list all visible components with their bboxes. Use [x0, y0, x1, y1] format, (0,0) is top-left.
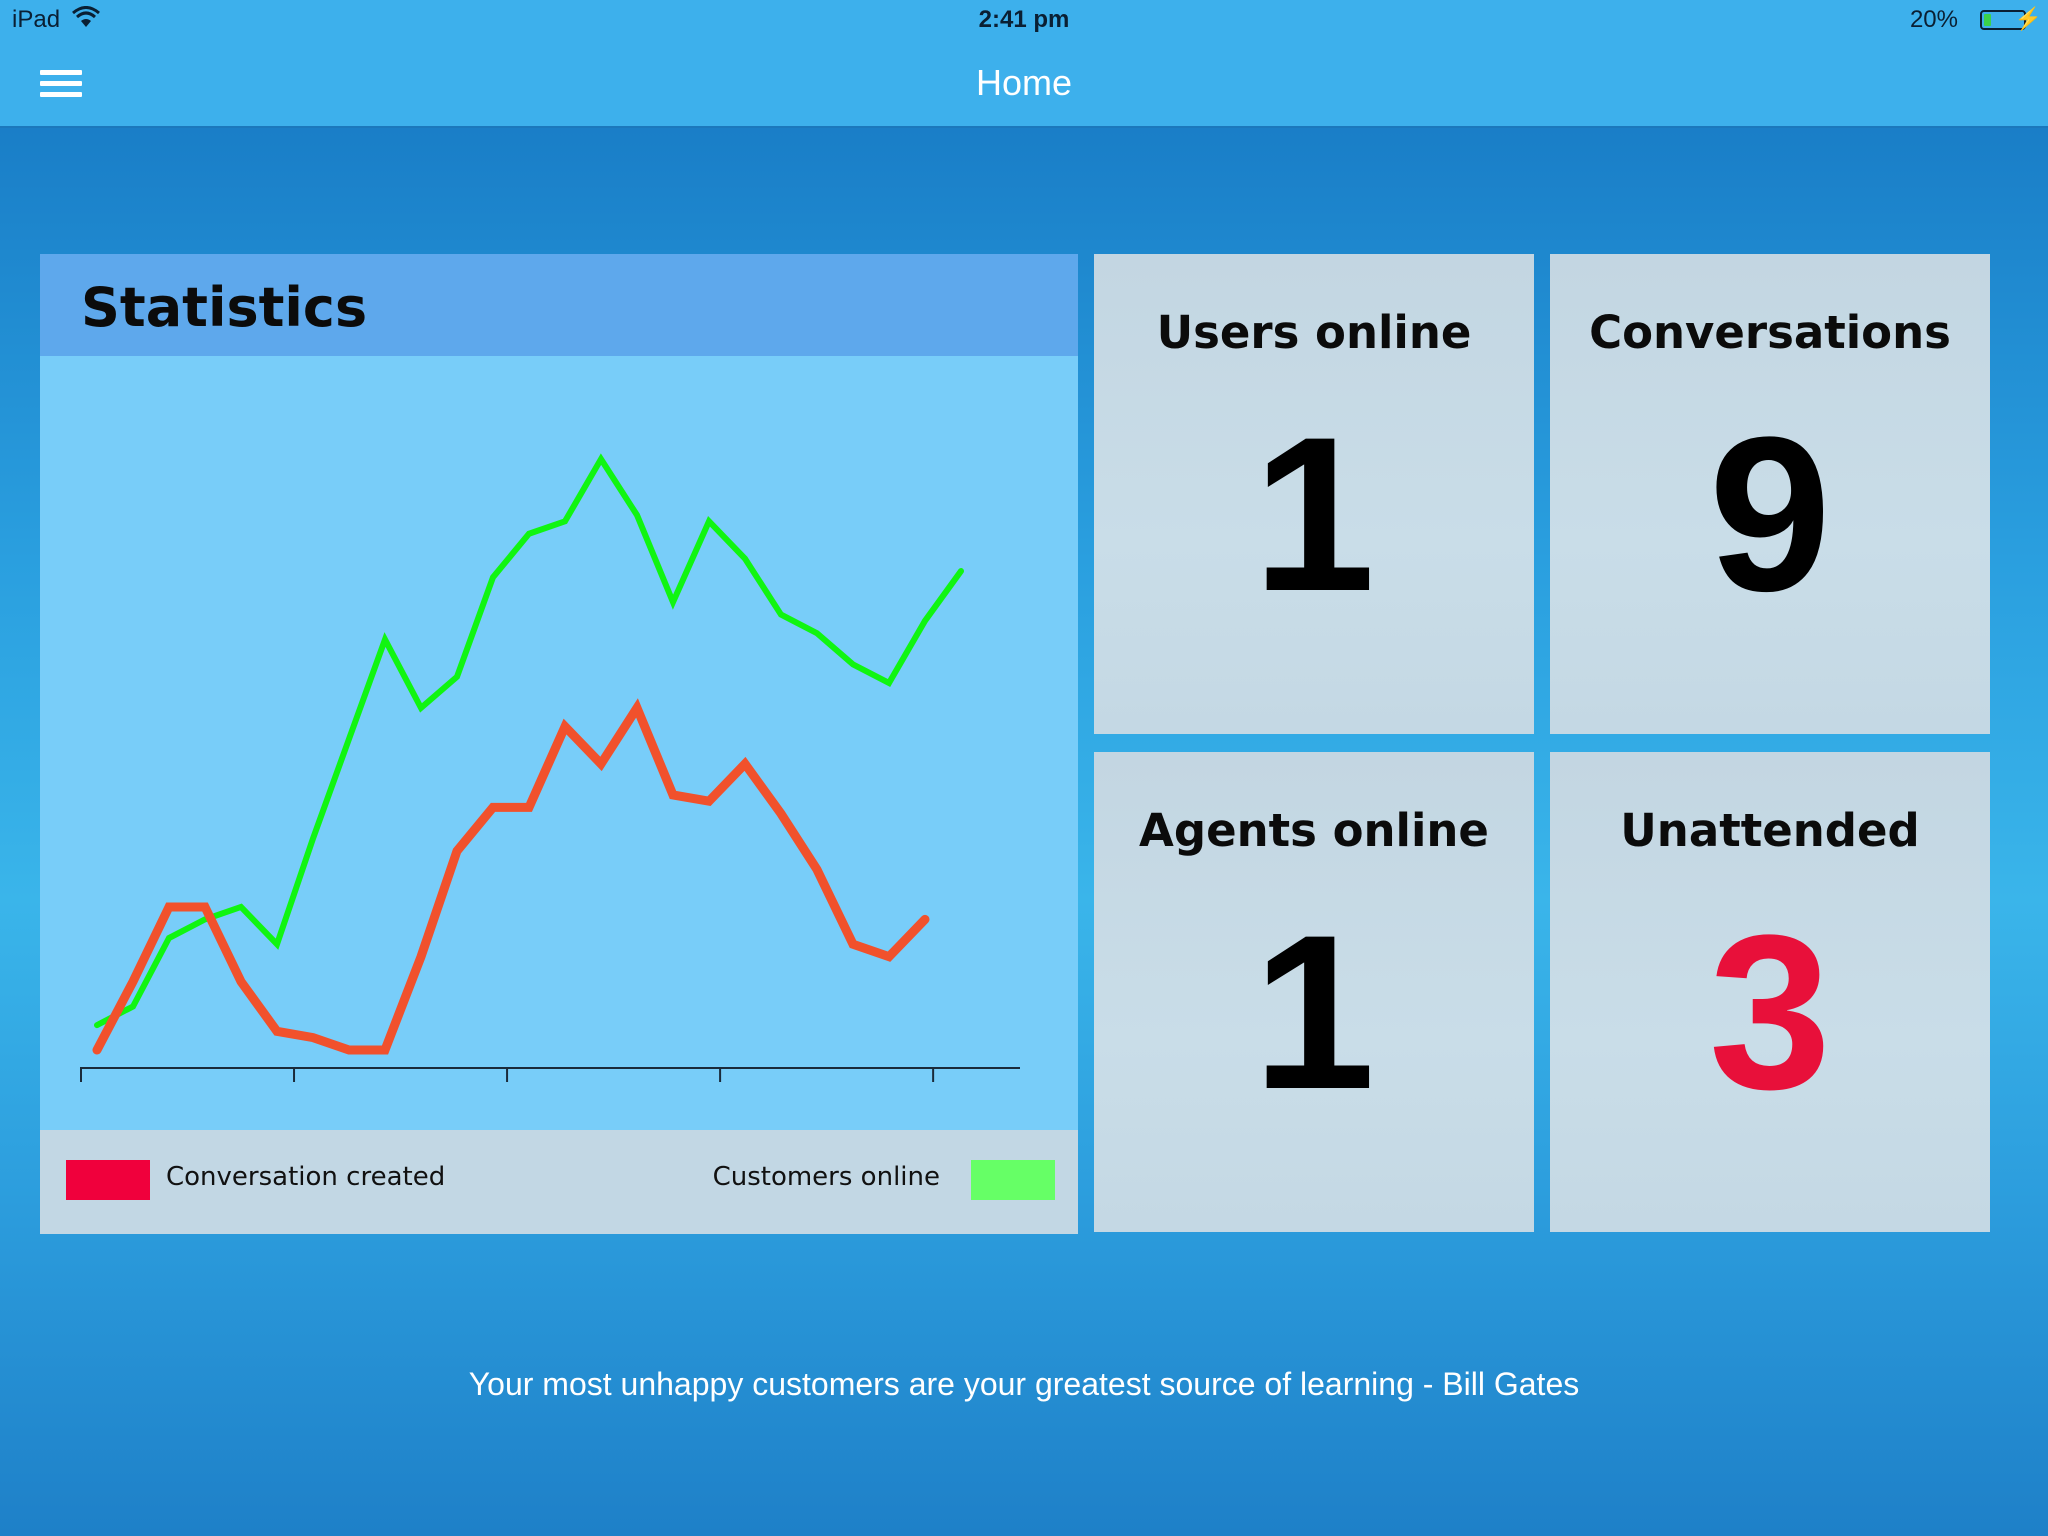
tile-label: Users online: [1156, 306, 1472, 359]
tile-value: 1: [1252, 889, 1376, 1135]
statistics-panel: Statistics Conversation created Customer…: [40, 254, 1078, 1234]
status-time: 2:41 pm: [978, 6, 1070, 33]
tile-value: 3: [1708, 889, 1832, 1135]
legend-label-conversation-created: Conversation created: [166, 1162, 446, 1192]
page-title: Home: [975, 62, 1073, 103]
tile-label: Conversations: [1589, 306, 1951, 359]
series-line-conversation-created: [92, 698, 930, 1055]
status-bar: iPad 2:41 pm 20% ⚡: [0, 0, 2048, 42]
tile-value: 9: [1708, 391, 1832, 637]
tile-value: 1: [1252, 391, 1376, 637]
tile-label: Unattended: [1620, 804, 1920, 857]
series-line-customers-online: [94, 453, 964, 1029]
chart-legend: Conversation created Customers online: [40, 1130, 1078, 1234]
legend-swatch-conversation-created: [66, 1160, 150, 1200]
footer-quote: Your most unhappy customers are your gre…: [468, 1366, 1580, 1402]
tile-label: Agents online: [1139, 804, 1489, 857]
navigation-bar: Home: [0, 42, 2048, 128]
battery-fill: [1984, 14, 1992, 26]
tile-agents-online: Agents online 1: [1094, 752, 1534, 1232]
tile-unattended: Unattended 3: [1550, 752, 1990, 1232]
legend-swatch-customers-online: [971, 1160, 1055, 1200]
statistics-chart: [40, 356, 1078, 1130]
statistics-header: Statistics: [40, 254, 1078, 356]
line-chart: [80, 453, 1020, 1082]
charging-bolt-icon: ⚡: [2014, 6, 2042, 31]
statistics-title: Statistics: [81, 276, 368, 339]
tile-users-online: Users online 1: [1094, 254, 1534, 734]
legend-label-customers-online: Customers online: [712, 1162, 940, 1192]
tile-conversations: Conversations 9: [1550, 254, 1990, 734]
battery-percent: 20%: [1909, 6, 1958, 33]
